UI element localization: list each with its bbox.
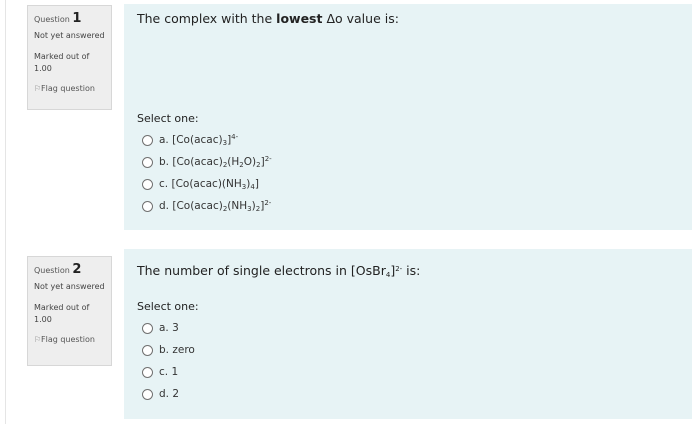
radio-button[interactable] xyxy=(142,156,153,168)
flag-question-link[interactable]: ⚐Flag question xyxy=(34,335,105,344)
question-number-prefix: Question xyxy=(34,15,70,24)
page-edge xyxy=(0,0,6,424)
question-text: The number of single electrons in [OsBr4… xyxy=(137,263,421,279)
answer-option-c[interactable]: c. 1 xyxy=(137,361,692,383)
question-number-prefix: Question xyxy=(34,266,70,275)
question-number-value: 2 xyxy=(72,262,82,277)
option-text: 1 xyxy=(171,366,179,378)
radio-button[interactable] xyxy=(142,200,153,212)
radio-button[interactable] xyxy=(142,344,153,356)
option-text: [Co(acac)3]4- xyxy=(172,133,239,147)
answer-option-b[interactable]: b. [Co(acac)2(H2O)2]2- xyxy=(137,151,692,173)
radio-button[interactable] xyxy=(142,178,153,190)
question-grade: Marked out of 1.00 xyxy=(34,52,90,73)
question-state: Not yet answered xyxy=(34,31,105,40)
question-text-bold: lowest xyxy=(276,11,323,26)
flag-question-link[interactable]: ⚐Flag question xyxy=(34,84,105,93)
radio-button[interactable] xyxy=(142,366,153,378)
option-text: 3 xyxy=(172,322,179,334)
answer-option-a[interactable]: a. 3 xyxy=(137,317,692,339)
option-letter: b. xyxy=(159,344,170,356)
answer-options: a. 3 b. zero c. 1 d. 2 xyxy=(137,317,692,405)
option-letter: a. xyxy=(159,134,169,146)
option-text: [Co(acac)(NH3)4] xyxy=(171,177,259,191)
answer-option-d[interactable]: d. [Co(acac)2(NH3)2]2- xyxy=(137,195,692,217)
option-letter: a. xyxy=(159,322,169,334)
radio-button[interactable] xyxy=(142,322,153,334)
question-grade: Marked out of 1.00 xyxy=(34,303,90,324)
question-text: The complex with the lowest Δo value is: xyxy=(137,11,692,26)
option-text: [Co(acac)2(NH3)2]2- xyxy=(172,199,272,213)
radio-button[interactable] xyxy=(142,134,153,146)
question-number-value: 1 xyxy=(72,11,82,26)
flag-question-label: Flag question xyxy=(41,84,95,93)
option-text: [Co(acac)2(H2O)2]2- xyxy=(172,155,272,169)
option-letter: c. xyxy=(159,366,169,378)
option-letter: b. xyxy=(159,156,170,168)
select-one-prompt: Select one: xyxy=(137,300,199,313)
select-one-prompt: Select one: xyxy=(137,112,199,125)
question-number: Question 1 xyxy=(34,11,105,26)
question-state: Not yet answered xyxy=(34,282,105,291)
question-text-part: The complex with the xyxy=(137,11,277,26)
option-letter: d. xyxy=(159,388,170,400)
flag-icon: ⚐ xyxy=(34,335,42,344)
question-number: Question 2 xyxy=(34,262,105,277)
flag-icon: ⚐ xyxy=(34,84,42,93)
option-text: 2 xyxy=(172,388,180,400)
question-2-content: The number of single electrons in [OsBr4… xyxy=(124,249,692,419)
answer-option-d[interactable]: d. 2 xyxy=(137,383,692,405)
answer-option-b[interactable]: b. zero xyxy=(137,339,692,361)
answer-option-c[interactable]: c. [Co(acac)(NH3)4] xyxy=(137,173,692,195)
answer-options: a. [Co(acac)3]4- b. [Co(acac)2(H2O)2]2- … xyxy=(137,129,692,217)
flag-question-label: Flag question xyxy=(41,335,95,344)
radio-button[interactable] xyxy=(142,388,153,400)
question-2-info: Question 2 Not yet answered Marked out o… xyxy=(27,256,112,366)
answer-option-a[interactable]: a. [Co(acac)3]4- xyxy=(137,129,692,151)
question-1-info: Question 1 Not yet answered Marked out o… xyxy=(27,5,112,110)
option-letter: c. xyxy=(159,178,169,190)
question-text-part: Δo value is: xyxy=(322,11,399,26)
option-text: zero xyxy=(172,344,195,356)
question-1-content: The complex with the lowest Δo value is:… xyxy=(124,4,692,230)
option-letter: d. xyxy=(159,200,170,212)
